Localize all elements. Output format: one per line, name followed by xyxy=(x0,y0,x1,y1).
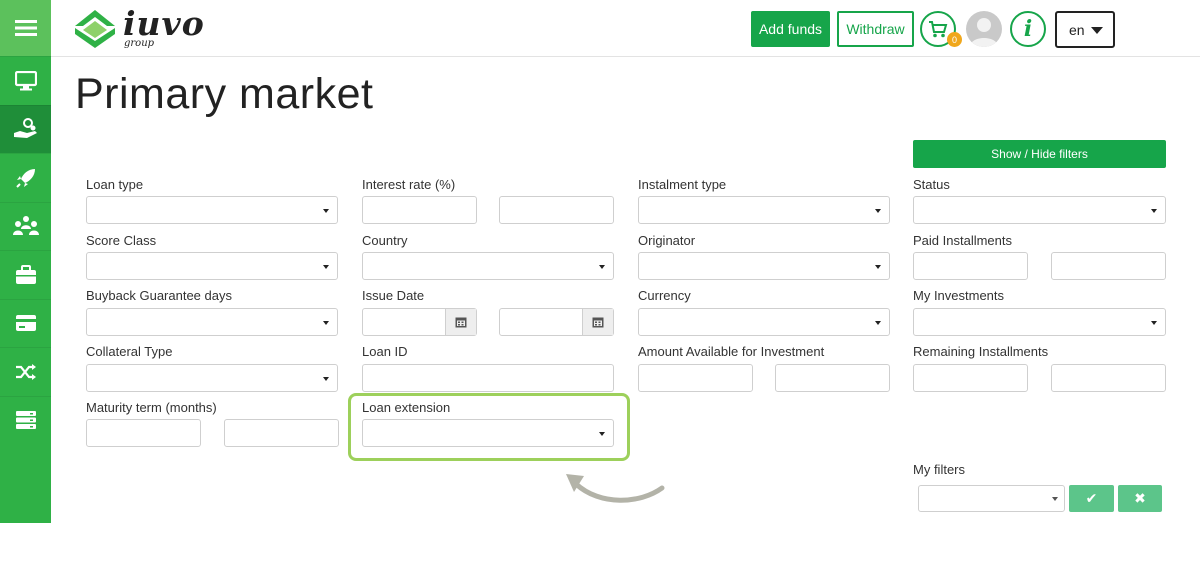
buyback-guarantee-label: Buyback Guarantee days xyxy=(86,288,232,303)
logo-mark-icon xyxy=(75,10,115,48)
monitor-icon xyxy=(14,70,37,91)
sidebar-item-secondary-market[interactable] xyxy=(0,347,51,396)
sidebar-item-dashboard[interactable] xyxy=(0,56,51,105)
remaining-installments-to-input[interactable] xyxy=(1051,364,1166,392)
originator-select[interactable] xyxy=(638,252,890,280)
cart-count-badge: 0 xyxy=(947,32,962,47)
status-select[interactable] xyxy=(913,196,1166,224)
my-investments-select[interactable] xyxy=(913,308,1166,336)
amount-available-to-input[interactable] xyxy=(775,364,890,392)
country-select[interactable] xyxy=(362,252,614,280)
calendar-icon xyxy=(455,317,467,328)
my-filters-label: My filters xyxy=(913,462,965,477)
instalment-type-select[interactable] xyxy=(638,196,890,224)
loan-id-input[interactable] xyxy=(362,364,614,392)
withdraw-button[interactable]: Withdraw xyxy=(837,11,914,47)
currency-select[interactable] xyxy=(638,308,890,336)
hamburger-icon xyxy=(14,20,37,36)
issue-date-label: Issue Date xyxy=(362,288,425,303)
paid-installments-to-input[interactable] xyxy=(1051,252,1166,280)
interest-rate-to-input[interactable] xyxy=(499,196,614,224)
amount-available-label: Amount Available for Investment xyxy=(638,344,825,359)
loan-extension-select[interactable] xyxy=(362,419,614,447)
menu-toggle[interactable] xyxy=(0,0,51,56)
sidebar-item-transactions[interactable] xyxy=(0,298,51,348)
my-investments-label: My Investments xyxy=(913,288,1005,303)
avatar[interactable] xyxy=(966,11,1002,47)
chevron-down-icon xyxy=(1091,27,1103,34)
maturity-term-label: Maturity term (months) xyxy=(86,400,217,415)
calendar-button[interactable] xyxy=(582,309,613,335)
remaining-installments-from-input[interactable] xyxy=(913,364,1028,392)
collateral-type-label: Collateral Type xyxy=(86,344,173,359)
amount-available-from-input[interactable] xyxy=(638,364,753,392)
add-funds-button[interactable]: Add funds xyxy=(751,11,830,47)
country-label: Country xyxy=(362,233,408,248)
shuffle-icon xyxy=(15,363,36,380)
logo-subtitle: group xyxy=(124,38,155,49)
calendar-button[interactable] xyxy=(445,309,476,335)
sidebar xyxy=(0,0,51,523)
logo[interactable]: iuvo group xyxy=(73,4,204,49)
sidebar-item-primary-market[interactable] xyxy=(0,104,51,153)
users-icon xyxy=(12,216,39,236)
issue-date-to-input[interactable] xyxy=(499,308,614,336)
maturity-term-to-input[interactable] xyxy=(224,419,339,447)
language-value: en xyxy=(1069,21,1085,38)
delete-filter-button[interactable]: ✖ xyxy=(1118,485,1162,512)
remaining-installments-label: Remaining Installments xyxy=(913,344,1049,359)
buyback-guarantee-select[interactable] xyxy=(86,308,338,336)
calendar-icon xyxy=(592,317,604,328)
briefcase-icon xyxy=(15,264,36,284)
user-avatar-icon xyxy=(970,18,998,47)
score-class-label: Score Class xyxy=(86,233,157,248)
sidebar-item-referrals[interactable] xyxy=(0,201,51,251)
instalment-type-label: Instalment type xyxy=(638,177,727,192)
sidebar-item-portfolio[interactable] xyxy=(0,250,51,299)
sidebar-item-auto-invest[interactable] xyxy=(0,153,51,202)
originator-label: Originator xyxy=(638,233,696,248)
page-title: Primary market xyxy=(75,70,374,118)
sidebar-item-statements[interactable] xyxy=(0,395,51,445)
currency-label: Currency xyxy=(638,288,691,303)
loan-extension-label: Loan extension xyxy=(362,400,451,415)
paid-installments-from-input[interactable] xyxy=(913,252,1028,280)
credit-card-icon xyxy=(15,315,36,332)
server-icon xyxy=(15,411,36,430)
issue-date-from-input[interactable] xyxy=(362,308,477,336)
collateral-type-select[interactable] xyxy=(86,364,338,392)
curved-arrow-icon xyxy=(566,474,665,503)
score-class-select[interactable] xyxy=(86,252,338,280)
rocket-icon xyxy=(15,168,35,188)
top-header: iuvo group Add funds Withdraw 0 i en xyxy=(51,0,1200,57)
info-button[interactable]: i xyxy=(1010,11,1046,47)
my-filters-select[interactable] xyxy=(918,485,1065,512)
show-hide-filters-button[interactable]: Show / Hide filters xyxy=(913,140,1166,168)
status-label: Status xyxy=(913,177,950,192)
loan-type-select[interactable] xyxy=(86,196,338,224)
hand-coins-icon xyxy=(13,118,37,139)
loan-id-label: Loan ID xyxy=(362,344,408,359)
paid-installments-label: Paid Installments xyxy=(913,233,1012,248)
interest-rate-label: Interest rate (%) xyxy=(362,177,456,192)
cart-icon xyxy=(929,21,948,38)
language-select[interactable]: en xyxy=(1055,11,1115,48)
loan-type-label: Loan type xyxy=(86,177,144,192)
interest-rate-from-input[interactable] xyxy=(362,196,477,224)
apply-filter-button[interactable]: ✔ xyxy=(1069,485,1114,512)
maturity-term-from-input[interactable] xyxy=(86,419,201,447)
